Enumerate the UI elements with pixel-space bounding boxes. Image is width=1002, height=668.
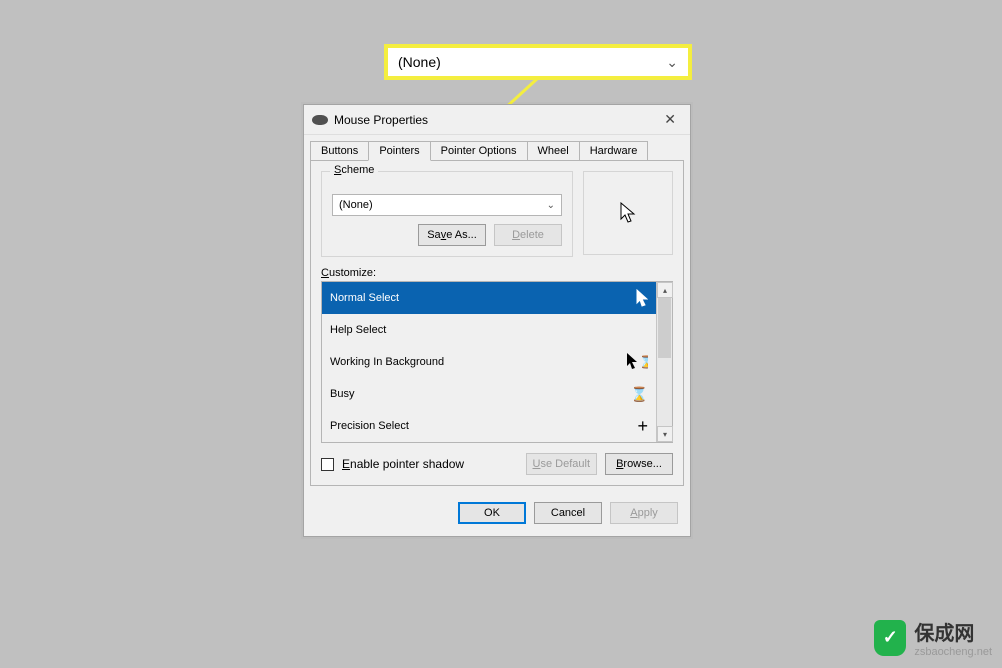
scheme-selected-value: (None) [339,199,373,211]
close-button[interactable]: ✕ [658,109,682,130]
list-item-help-select[interactable]: Help Select [322,314,656,346]
shield-icon: ✓ [874,620,906,656]
scrollbar[interactable]: ▴ ▾ [656,282,672,442]
delete-button[interactable]: Delete [494,224,562,246]
list-item-working-bg[interactable]: Working In Background ⌛ [322,346,656,378]
tab-pointers[interactable]: Pointers [368,141,430,161]
enable-shadow-checkbox[interactable] [321,458,334,471]
tab-pointer-options[interactable]: Pointer Options [430,141,528,161]
chevron-down-icon: ⌄ [666,54,678,71]
save-as-button[interactable]: Save As... [418,224,486,246]
arrow-cursor-icon [620,202,636,224]
list-item-label: Normal Select [330,292,399,304]
list-item-normal-select[interactable]: Normal Select [322,282,656,314]
chevron-down-icon: ⌄ [547,200,555,211]
list-item-busy[interactable]: Busy ⌛ [322,378,656,410]
svg-text:⌛: ⌛ [639,355,648,369]
arrow-cursor-icon [636,289,648,307]
customize-label: Customize: [321,267,673,279]
watermark: ✓ 保成网 zsbaocheng.net [874,617,992,658]
list-item-label: Busy [330,388,354,400]
mouse-properties-dialog: Mouse Properties ✕ Buttons Pointers Poin… [303,104,691,537]
dialog-buttons: OK Cancel Apply [304,492,690,536]
tab-buttons[interactable]: Buttons [310,141,369,161]
titlebar: Mouse Properties ✕ [304,105,690,135]
enable-shadow-label: Enable pointer shadow [342,457,518,471]
tab-hardware[interactable]: Hardware [579,141,649,161]
scheme-select[interactable]: (None) ⌄ [332,194,562,216]
crosshair-icon: + [637,416,648,437]
tab-wheel[interactable]: Wheel [527,141,580,161]
watermark-url: zsbaocheng.net [914,646,992,658]
mouse-icon [312,115,328,125]
ok-button[interactable]: OK [458,502,526,524]
arrow-hourglass-icon: ⌛ [626,352,648,373]
scheme-legend: Scheme [330,164,378,176]
scheme-groupbox: Scheme (None) ⌄ Save As... Delete [321,171,573,257]
use-default-button[interactable]: Use Default [526,453,597,475]
scroll-thumb[interactable] [658,298,671,358]
tab-body-pointers: Scheme (None) ⌄ Save As... Delete Custo [310,160,684,486]
scroll-down-button[interactable]: ▾ [657,426,673,442]
dialog-title: Mouse Properties [334,113,428,127]
cancel-button[interactable]: Cancel [534,502,602,524]
list-item-label: Precision Select [330,420,409,432]
cursor-preview [583,171,673,255]
list-item-label: Help Select [330,324,386,336]
browse-button[interactable]: Browse... [605,453,673,475]
tab-strip: Buttons Pointers Pointer Options Wheel H… [304,135,690,161]
hourglass-icon: ⌛ [631,386,648,403]
callout-top-value: (None) [398,54,441,70]
list-item-label: Working In Background [330,356,444,368]
cursor-listbox[interactable]: Normal Select Help Select Working In Bac… [321,281,673,443]
scroll-up-button[interactable]: ▴ [657,282,673,298]
scheme-none-callout: (None) ⌄ [384,44,692,80]
watermark-title: 保成网 [914,623,974,645]
apply-button[interactable]: Apply [610,502,678,524]
list-item-precision[interactable]: Precision Select + [322,410,656,442]
